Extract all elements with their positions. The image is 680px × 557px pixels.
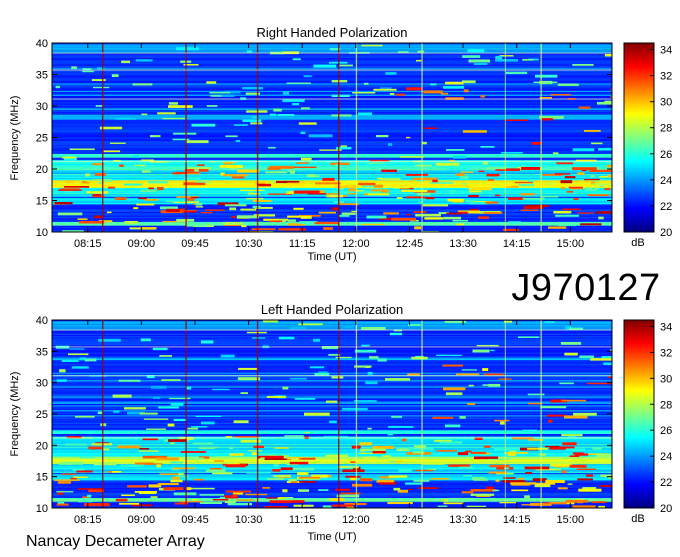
x-tick-label: 08:15 bbox=[74, 514, 102, 526]
colorbar-tick-label: 20 bbox=[660, 503, 672, 515]
colorbar-unit: dB bbox=[631, 513, 644, 525]
y-tick-label: 15 bbox=[36, 196, 48, 208]
x-tick-label: 10:30 bbox=[235, 238, 263, 250]
x-tick-label: 13:30 bbox=[449, 238, 477, 250]
x-tick-label: 08:15 bbox=[74, 238, 102, 250]
x-tick-label: 14:15 bbox=[503, 238, 531, 250]
x-tick-label: 12:45 bbox=[396, 514, 424, 526]
y-axis-label: Frequency (MHz) bbox=[9, 372, 21, 457]
y-tick-label: 25 bbox=[36, 409, 48, 421]
colorbar-tick-label: 30 bbox=[660, 373, 672, 385]
panel-title: Right Handed Polarization bbox=[256, 25, 407, 40]
colorbar-tick-label: 24 bbox=[660, 451, 672, 463]
x-tick-label: 09:00 bbox=[128, 238, 156, 250]
spectrogram-plot bbox=[52, 43, 612, 232]
y-tick-label: 35 bbox=[36, 70, 48, 82]
colorbar-tick-label: 26 bbox=[660, 149, 672, 161]
colorbar-tick-label: 32 bbox=[660, 347, 672, 359]
y-tick-label: 10 bbox=[36, 503, 48, 515]
y-tick-label: 25 bbox=[36, 133, 48, 145]
x-axis-label: Time (UT) bbox=[307, 531, 356, 543]
y-tick-label: 40 bbox=[36, 38, 48, 50]
y-tick-label: 10 bbox=[36, 227, 48, 239]
x-tick-label: 11:15 bbox=[289, 238, 316, 250]
colorbar-tick-label: 22 bbox=[660, 477, 672, 489]
x-tick-label: 09:45 bbox=[181, 514, 209, 526]
colorbar-tick-label: 28 bbox=[660, 123, 672, 135]
y-tick-label: 20 bbox=[36, 440, 48, 452]
x-tick-label: 15:00 bbox=[557, 238, 585, 250]
x-tick-label: 10:30 bbox=[235, 514, 263, 526]
x-tick-label: 12:00 bbox=[342, 514, 370, 526]
x-tick-label: 11:15 bbox=[289, 514, 316, 526]
y-tick-label: 15 bbox=[36, 472, 48, 484]
y-axis-label: Frequency (MHz) bbox=[9, 96, 21, 181]
spectrogram-figure: Right Handed Polarization 08:15 09:00 09:4… bbox=[0, 0, 680, 552]
colorbar-tick-label: 22 bbox=[660, 201, 672, 213]
colorbar-tick-label: 24 bbox=[660, 175, 672, 187]
x-tick-label: 15:00 bbox=[557, 514, 585, 526]
x-axis-label: Time (UT) bbox=[307, 251, 356, 263]
x-tick-label: 09:45 bbox=[181, 238, 209, 250]
x-tick-label: 12:00 bbox=[342, 238, 370, 250]
figure-svg: Right Handed Polarization 08:15 09:00 09:4… bbox=[9, 25, 672, 550]
observation-id: J970127 bbox=[511, 267, 660, 309]
colorbar-gradient bbox=[623, 319, 655, 509]
colorbar-tick-label: 30 bbox=[660, 97, 672, 109]
y-tick-label: 30 bbox=[36, 101, 48, 113]
colorbar: 34 32 30 28 26 24 22 20 dB bbox=[623, 319, 672, 525]
y-tick-label: 40 bbox=[36, 315, 48, 327]
x-tick-label: 13:30 bbox=[449, 514, 477, 526]
colorbar-tick-label: 34 bbox=[660, 321, 672, 333]
right-polarization-panel: Right Handed Polarization 08:15 09:00 09:4… bbox=[9, 25, 672, 263]
x-tick-label: 09:00 bbox=[128, 514, 156, 526]
instrument-name: Nancay Decameter Array bbox=[26, 533, 205, 550]
colorbar-tick-label: 34 bbox=[660, 45, 672, 57]
colorbar: 34 32 30 28 26 24 22 20 dB bbox=[623, 42, 672, 249]
colorbar-tick-label: 26 bbox=[660, 425, 672, 437]
colorbar-tick-label: 28 bbox=[660, 399, 672, 411]
colorbar-gradient bbox=[623, 42, 655, 233]
y-tick-label: 30 bbox=[36, 378, 48, 390]
spectrogram-plot bbox=[52, 320, 612, 508]
colorbar-tick-label: 20 bbox=[660, 227, 672, 239]
y-tick-label: 20 bbox=[36, 164, 48, 176]
x-tick-label: 14:15 bbox=[503, 514, 531, 526]
x-tick-label: 12:45 bbox=[396, 238, 424, 250]
y-tick-label: 35 bbox=[36, 346, 48, 358]
colorbar-unit: dB bbox=[631, 237, 644, 249]
colorbar-tick-label: 32 bbox=[660, 71, 672, 83]
panel-title: Left Handed Polarization bbox=[261, 302, 403, 317]
left-polarization-panel: Left Handed Polarization 08:15 09:00 09:45… bbox=[9, 302, 672, 543]
